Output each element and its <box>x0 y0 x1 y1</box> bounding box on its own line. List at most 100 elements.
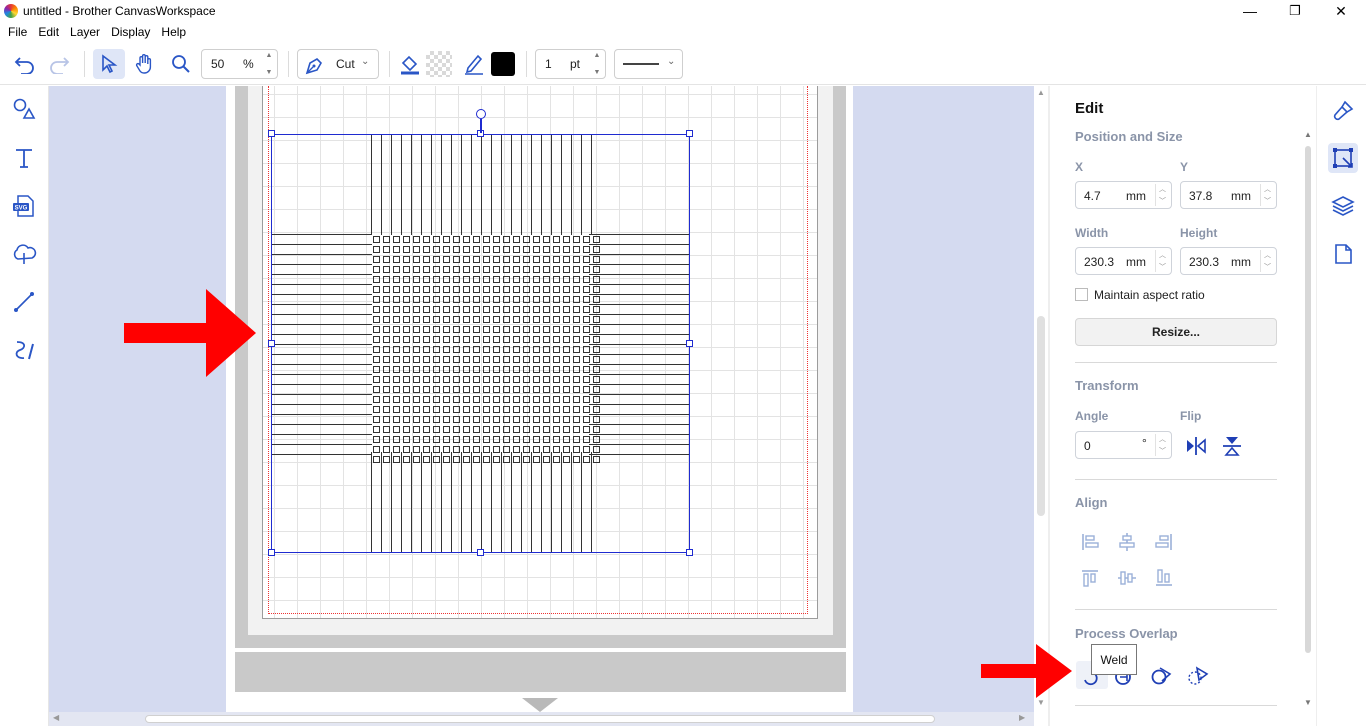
chevron-up-icon[interactable]: ▲ <box>266 52 273 59</box>
line-width-input[interactable]: 1 pt ▲ ▼ <box>535 49 606 79</box>
align-left-button[interactable] <box>1077 529 1103 555</box>
resize-handle-right[interactable] <box>686 340 693 347</box>
resize-handle-left[interactable] <box>268 340 275 347</box>
height-value: 230.3 <box>1189 255 1220 269</box>
zoom-input[interactable]: 50 % ▲ ▼ <box>201 49 278 79</box>
chevron-up-icon[interactable]: ︿ <box>1159 184 1166 194</box>
paint-panel-button[interactable] <box>1328 96 1358 126</box>
scroll-down-triangle-icon[interactable] <box>522 698 558 712</box>
width-stepper[interactable]: ︿ ﹀ <box>1155 250 1169 272</box>
restore-button[interactable]: ❐ <box>1280 2 1310 20</box>
scroll-up-icon[interactable]: ▲ <box>1304 130 1312 139</box>
menu-edit[interactable]: Edit <box>38 23 67 43</box>
angle-stepper[interactable]: ︿ ﹀ <box>1155 434 1169 456</box>
svg-import-tool[interactable]: SVG <box>9 191 39 221</box>
flip-vertical-button[interactable] <box>1219 433 1245 459</box>
intersect-button[interactable] <box>1185 662 1211 688</box>
line-style-dropdown[interactable]: ⌄ <box>614 49 683 79</box>
freehand-tool[interactable] <box>9 335 39 365</box>
trim-button[interactable] <box>1148 662 1174 688</box>
height-field[interactable]: 230.3 mm ︿ ﹀ <box>1180 247 1277 275</box>
chevron-up-icon[interactable]: ︿ <box>1159 250 1166 260</box>
zoom-tool-button[interactable] <box>166 49 196 79</box>
select-tool-button[interactable] <box>93 49 125 79</box>
menu-layer[interactable]: Layer <box>70 23 108 43</box>
freehand-icon <box>15 341 34 360</box>
mode-dropdown[interactable]: Cut ⌄ <box>297 49 379 79</box>
close-button[interactable]: ✕ <box>1326 2 1356 20</box>
align-top-button[interactable] <box>1077 565 1103 591</box>
x-field[interactable]: 4.7 mm ︿ ﹀ <box>1075 181 1172 209</box>
x-stepper[interactable]: ︿ ﹀ <box>1155 184 1169 206</box>
vertical-scroll-thumb[interactable] <box>1037 316 1045 516</box>
resize-handle-bottom-right[interactable] <box>686 549 693 556</box>
selection-box <box>271 134 690 553</box>
align-bottom-icon <box>1156 569 1172 586</box>
menu-help[interactable]: Help <box>161 23 194 43</box>
chevron-down-icon[interactable]: ﹀ <box>1159 262 1166 272</box>
horizontal-scroll-thumb[interactable] <box>145 715 935 723</box>
chevron-down-icon[interactable]: ﹀ <box>1264 196 1271 206</box>
line-tool[interactable] <box>9 287 39 317</box>
minimize-button[interactable]: — <box>1235 2 1265 20</box>
aspect-ratio-checkbox[interactable] <box>1075 288 1088 301</box>
align-right-icon <box>1155 534 1172 550</box>
shapes-tool[interactable] <box>9 94 39 124</box>
flip-horizontal-button[interactable] <box>1183 433 1209 459</box>
horizontal-scrollbar[interactable]: ◀ ▶ <box>49 712 1034 726</box>
height-stepper[interactable]: ︿ ﹀ <box>1260 250 1274 272</box>
chevron-down-icon[interactable]: ﹀ <box>1264 262 1271 272</box>
rotate-handle[interactable] <box>476 109 486 119</box>
redo-button[interactable] <box>44 49 74 79</box>
pattern-tool[interactable] <box>9 239 39 269</box>
text-tool[interactable] <box>9 143 39 173</box>
y-field[interactable]: 37.8 mm ︿ ﹀ <box>1180 181 1277 209</box>
chevron-down-icon[interactable]: ﹀ <box>1159 196 1166 206</box>
panel-scrollbar[interactable]: ▲ ▼ <box>1302 130 1314 710</box>
chevron-up-icon[interactable]: ︿ <box>1264 184 1271 194</box>
align-center-button[interactable] <box>1114 529 1140 555</box>
chevron-up-icon[interactable]: ︿ <box>1264 250 1271 260</box>
text-icon <box>16 149 32 168</box>
align-middle-button[interactable] <box>1114 565 1140 591</box>
page-panel-button[interactable] <box>1328 239 1358 269</box>
menu-display[interactable]: Display <box>111 23 158 43</box>
panel-scroll-thumb[interactable] <box>1305 146 1311 653</box>
line-color-swatch[interactable] <box>490 51 516 77</box>
vertical-scrollbar[interactable]: ▲ ▼ <box>1034 86 1048 712</box>
zoom-value: 50 <box>211 57 225 71</box>
chevron-down-icon[interactable]: ▼ <box>594 69 601 76</box>
fill-color-swatch[interactable] <box>426 51 452 77</box>
width-field[interactable]: 230.3 mm ︿ ﹀ <box>1075 247 1172 275</box>
undo-button[interactable] <box>10 49 40 79</box>
resize-handle-bottom-left[interactable] <box>268 549 275 556</box>
pan-tool-button[interactable] <box>130 49 160 79</box>
zoom-stepper[interactable]: ▲ ▼ <box>263 52 275 76</box>
chevron-down-icon[interactable]: ﹀ <box>1159 446 1166 456</box>
scroll-left-icon[interactable]: ◀ <box>53 713 59 722</box>
chevron-down-icon[interactable]: ▼ <box>266 69 273 76</box>
scroll-up-icon[interactable]: ▲ <box>1037 88 1045 97</box>
resize-handle-top-left[interactable] <box>268 130 275 137</box>
line-button[interactable] <box>460 49 488 79</box>
edit-panel-button[interactable] <box>1328 143 1358 173</box>
align-middle-icon <box>1118 571 1136 585</box>
scroll-down-icon[interactable]: ▼ <box>1037 698 1045 707</box>
menu-file[interactable]: File <box>8 23 35 43</box>
chevron-up-icon[interactable]: ▲ <box>594 52 601 59</box>
scroll-down-icon[interactable]: ▼ <box>1304 698 1312 707</box>
resize-button[interactable]: Resize... <box>1075 318 1277 346</box>
height-label: Height <box>1180 226 1218 240</box>
layers-panel-button[interactable] <box>1328 191 1358 221</box>
chevron-up-icon[interactable]: ︿ <box>1159 434 1166 444</box>
angle-field[interactable]: 0 ° ︿ ﹀ <box>1075 431 1172 459</box>
line-width-stepper[interactable]: ▲ ▼ <box>591 52 603 76</box>
scroll-right-icon[interactable]: ▶ <box>1019 713 1025 722</box>
resize-handle-top-right[interactable] <box>686 130 693 137</box>
fill-button[interactable] <box>396 49 424 79</box>
resize-handle-bottom[interactable] <box>477 549 484 556</box>
y-stepper[interactable]: ︿ ﹀ <box>1260 184 1274 206</box>
align-bottom-button[interactable] <box>1151 565 1177 591</box>
align-right-button[interactable] <box>1151 529 1177 555</box>
angle-label: Angle <box>1075 409 1109 423</box>
